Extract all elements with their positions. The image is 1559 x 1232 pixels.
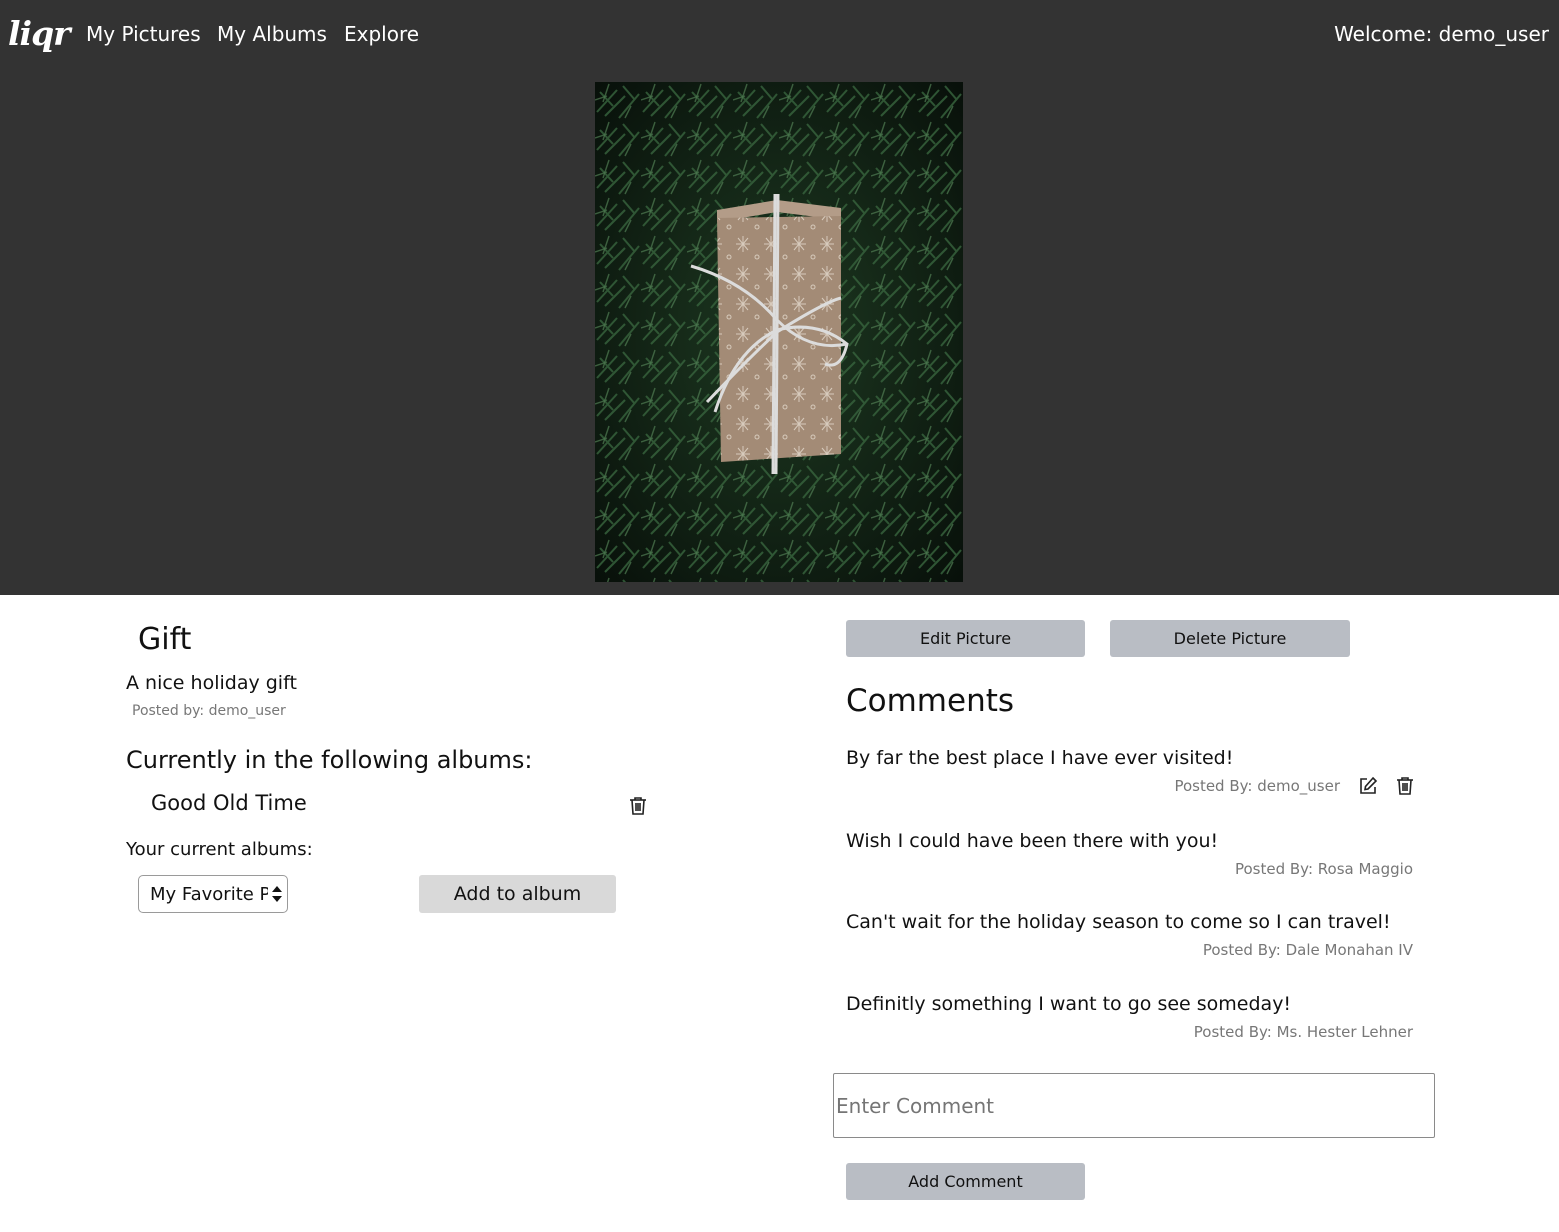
comments-heading: Comments (846, 683, 1015, 719)
nav-my-albums[interactable]: My Albums (217, 22, 327, 46)
add-to-album-button[interactable]: Add to album (419, 875, 616, 913)
welcome-user: Welcome: demo_user (1334, 22, 1549, 46)
albums-heading: Currently in the following albums: (126, 746, 533, 774)
nav-my-pictures[interactable]: My Pictures (86, 22, 201, 46)
comment-author: Posted By: demo_user (1174, 777, 1340, 795)
picture-title: Gift (138, 622, 192, 657)
hero-header: liqr My Pictures My Albums Explore Welco… (0, 0, 1559, 595)
comment-text: Definitly something I want to go see som… (846, 993, 1292, 1015)
nav-explore[interactable]: Explore (344, 22, 419, 46)
comment-text: Can't wait for the holiday season to com… (846, 911, 1391, 933)
select-arrows-icon (271, 884, 283, 904)
comment-input[interactable] (833, 1073, 1435, 1138)
picture-image (595, 82, 963, 582)
add-comment-button[interactable]: Add Comment (846, 1163, 1085, 1200)
delete-picture-button[interactable]: Delete Picture (1110, 620, 1350, 657)
album-select[interactable]: My Favorite Pictures (138, 875, 288, 913)
comment-text: By far the best place I have ever visite… (846, 747, 1234, 769)
comment-text: Wish I could have been there with you! (846, 830, 1219, 852)
picture-description: A nice holiday gift (126, 672, 297, 694)
edit-icon[interactable] (1358, 776, 1378, 796)
current-albums-label: Your current albums: (126, 839, 313, 860)
album-item: Good Old Time (151, 791, 307, 815)
album-select-value: My Favorite Pictures (150, 884, 268, 905)
edit-picture-button[interactable]: Edit Picture (846, 620, 1085, 657)
comment-author: Posted By: Ms. Hester Lehner (1193, 1023, 1413, 1041)
comment-author: Posted By: Dale Monahan IV (1202, 941, 1413, 959)
site-logo[interactable]: liqr (8, 14, 71, 53)
trash-icon[interactable] (1396, 776, 1416, 796)
trash-icon[interactable] (629, 796, 647, 816)
picture-posted-by: Posted by: demo_user (132, 703, 286, 719)
comment-author: Posted By: Rosa Maggio (1234, 860, 1413, 878)
